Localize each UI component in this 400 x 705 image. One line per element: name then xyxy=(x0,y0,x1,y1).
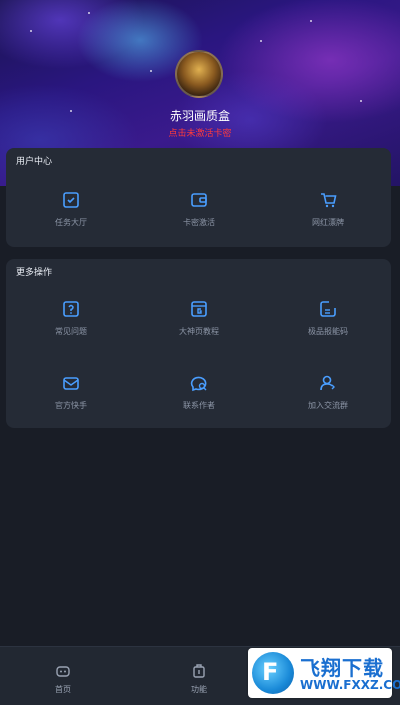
premium-code-label: 极品报能码 xyxy=(308,327,348,336)
chat-search-icon xyxy=(190,376,207,392)
tab-function-label: 功能 xyxy=(191,685,207,694)
question-icon xyxy=(63,301,79,317)
card-activation-label: 卡密激活 xyxy=(183,218,215,227)
faq-button[interactable]: 常见问题 xyxy=(26,300,116,337)
watermark-url: WWW.FXXZ.COM xyxy=(300,678,400,692)
faq-label: 常见问题 xyxy=(55,327,87,336)
wallet-icon xyxy=(191,193,207,207)
contact-author-label: 联系作者 xyxy=(183,401,215,410)
edit-note-icon xyxy=(320,301,336,317)
guide-icon xyxy=(191,301,207,317)
watermark-title: 飞翔下载 xyxy=(300,656,384,680)
task-hall-button[interactable]: 任务大厅 xyxy=(26,191,116,228)
official-kuaishou-label: 官方快手 xyxy=(55,401,87,410)
watermark: F 飞翔下载 WWW.FXXZ.COM xyxy=(248,648,400,698)
more-actions-card: 更多操作 常见问题 大神页教程 极品报能码 官方快手 联系作者 加入交流群 xyxy=(6,259,391,428)
activation-status-link[interactable]: 点击未激活卡密 xyxy=(0,126,400,139)
avatar[interactable] xyxy=(175,50,223,98)
influencer-label: 网红漂牌 xyxy=(312,218,344,227)
cart-icon xyxy=(321,193,337,208)
username: 赤羽画质盒 xyxy=(169,109,230,123)
more-actions-title: 更多操作 xyxy=(16,268,53,278)
function-icon xyxy=(193,664,205,678)
card-activation-button[interactable]: 卡密激活 xyxy=(154,191,244,228)
premium-code-button[interactable]: 极品报能码 xyxy=(283,300,373,337)
task-list-icon xyxy=(63,192,79,208)
mail-icon xyxy=(63,377,79,390)
join-group-label: 加入交流群 xyxy=(308,401,348,410)
join-group-button[interactable]: 加入交流群 xyxy=(283,374,373,411)
task-hall-label: 任务大厅 xyxy=(55,218,87,227)
user-center-card: 用户中心 任务大厅 卡密激活 网红漂牌 xyxy=(6,148,391,247)
home-icon xyxy=(56,666,70,677)
user-group-icon xyxy=(320,375,335,391)
contact-author-button[interactable]: 联系作者 xyxy=(154,374,244,411)
official-kuaishou-button[interactable]: 官方快手 xyxy=(26,374,116,411)
guide-label: 大神页教程 xyxy=(179,327,219,336)
influencer-button[interactable]: 网红漂牌 xyxy=(283,191,373,228)
watermark-logo-icon: F xyxy=(252,652,294,694)
tab-function[interactable]: 功能 xyxy=(169,663,229,695)
tab-home[interactable]: 首页 xyxy=(33,663,93,695)
user-center-title: 用户中心 xyxy=(16,157,53,167)
guide-button[interactable]: 大神页教程 xyxy=(154,300,244,337)
tab-home-label: 首页 xyxy=(55,685,71,694)
